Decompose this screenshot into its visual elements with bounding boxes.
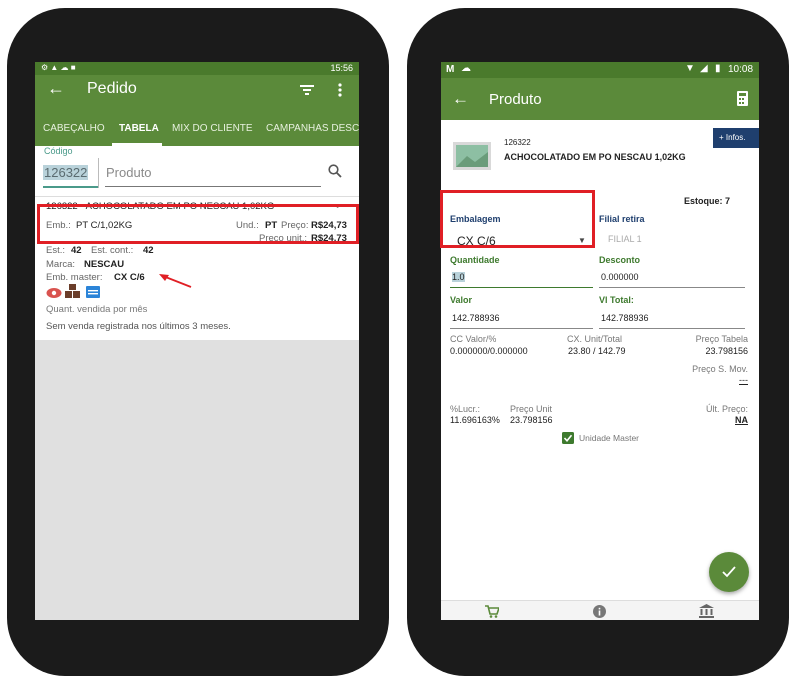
desconto-label: Desconto [599,255,641,265]
produto-field[interactable]: Produto [105,162,321,187]
screen-produto: M ☁ ▼ ◢ ▮ 10:08 ← Produto + Infos. 12632… [441,62,759,620]
status-time-2: 10:08 [728,64,754,75]
preco-smov-value[interactable]: --- [739,375,748,385]
separator [35,196,359,197]
bank-icon[interactable] [699,604,714,618]
vltotal-value: 142.788936 [601,313,649,323]
marca-label: Marca: [46,259,76,270]
cc-label: CC Valor/% [450,334,497,344]
checkbox-checked-icon[interactable] [562,432,574,444]
status-bar: ⚙ ▲ ☁ ■ 15:56 [35,62,359,75]
emb-master-label: Emb. master: [46,272,103,283]
est-label: Est.: [46,245,66,256]
unidade-master-label: Unidade Master [579,433,640,443]
est-cont-label: Est. cont.: [91,245,134,256]
ult-preco-value[interactable]: NA [735,415,748,425]
signal-icon: ◢ [700,63,708,74]
vltotal-field[interactable]: 142.788936 [599,310,745,329]
confirm-fab[interactable] [709,552,749,592]
info-icon[interactable] [593,605,606,618]
tab-tabela[interactable]: TABELA [119,123,159,134]
valor-field[interactable]: 142.788936 [450,310,593,329]
codigo-value: 126322 [43,165,89,180]
boxes-icon[interactable] [65,284,81,299]
quantidade-value: 1.0 [452,272,465,282]
produto-placeholder: Produto [106,165,152,180]
filial-label: Filial retira [599,214,645,224]
infos-button[interactable]: + Infos. [713,128,759,148]
tab-cabecalho[interactable]: CABEÇALHO [43,123,105,134]
app-bar: ← Pedido CABEÇALHO TABELA MIX DO CLIENTE… [35,75,359,146]
vltotal-label: Vl Total: [599,295,634,305]
infos-label: + Infos. [719,133,746,142]
lucr-label: %Lucr.: [450,404,481,414]
gmail-icon: M [446,64,455,75]
calculator-icon[interactable] [737,91,748,106]
search-icon[interactable] [328,164,342,178]
more-vert-icon[interactable] [338,83,342,97]
product-image [453,142,491,170]
empty-area [35,340,359,620]
codigo-label: Código [44,146,73,156]
highlight-box-1 [37,204,359,244]
desconto-field[interactable]: 0.000000 [599,269,745,288]
marca-value: NESCAU [84,259,125,270]
codigo-field[interactable]: 126322 [43,162,98,188]
status-bar-2: M ☁ ▼ ◢ ▮ 10:08 [441,62,759,78]
tab-indicator [112,143,162,146]
emb-master-value: CX C/6 [114,272,145,283]
filial-value[interactable]: FILIAL 1 [608,234,642,244]
sem-venda-text: Sem venda registrada nos últimos 3 meses… [46,321,231,332]
lucr-value: 11.696163% [450,415,500,425]
status-icons: ⚙ ▲ ☁ ■ [41,63,76,72]
cloud-icon: ☁ [461,63,471,74]
ult-preco-label: Últ. Preço: [705,404,748,414]
cart-icon[interactable] [485,605,499,618]
estoque-text: Estoque: 7 [684,196,731,206]
preco-smov-label: Preço S. Mov. [692,364,748,374]
quantidade-field[interactable]: 1.0 [450,269,593,288]
phone-frame-2: M ☁ ▼ ◢ ▮ 10:08 ← Produto + Infos. 12632… [407,8,789,676]
back-arrow-icon[interactable]: ← [47,78,65,99]
valor-value: 142.788936 [452,313,500,323]
cc-value: 0.000000/0.000000 [450,346,528,356]
highlight-box-2 [440,190,595,248]
tab-mix-do-cliente[interactable]: MIX DO CLIENTE [172,123,253,134]
back-arrow-icon-2[interactable]: ← [452,89,469,109]
quant-vendida-label: Quant. vendida por mês [46,304,148,315]
product-code: 126322 [504,138,531,147]
preco-tabela-value: 23.798156 [705,346,748,356]
wifi-icon: ▼ [685,63,695,74]
status-time: 15:56 [330,63,353,73]
desconto-value: 0.000000 [601,272,639,282]
est-cont-value: 42 [143,245,154,256]
cx-value: 23.80 / 142.79 [568,346,626,356]
tab-campanhas[interactable]: CAMPANHAS DESCO [266,123,359,134]
app-bar-2: ← Produto [441,78,759,120]
preco-unit-value-2: 23.798156 [510,415,553,425]
est-value: 42 [71,245,82,256]
phone-frame-1: ⚙ ▲ ☁ ■ 15:56 ← Pedido CABEÇALHO TABELA … [7,8,389,676]
calendar-icon[interactable] [86,285,100,298]
red-arrow [159,274,192,288]
eye-icon[interactable] [46,287,62,299]
product-name: ACHOCOLATADO EM PO NESCAU 1,02KG [504,152,686,162]
preco-unit-label-2: Preço Unit [510,404,553,414]
quantidade-label: Quantidade [450,255,500,265]
cx-label: CX. Unit/Total [567,334,623,344]
page-title-2: Produto [489,91,542,108]
preco-tabela-label: Preço Tabela [695,334,748,344]
battery-icon: ▮ [715,63,721,74]
check-icon [722,566,736,578]
valor-label: Valor [450,295,473,305]
bottom-nav [441,600,759,620]
page-title: Pedido [87,80,137,97]
screen-pedido: ⚙ ▲ ☁ ■ 15:56 ← Pedido CABEÇALHO TABELA … [35,62,359,620]
filter-icon[interactable] [300,84,314,96]
divider-line [98,158,99,188]
